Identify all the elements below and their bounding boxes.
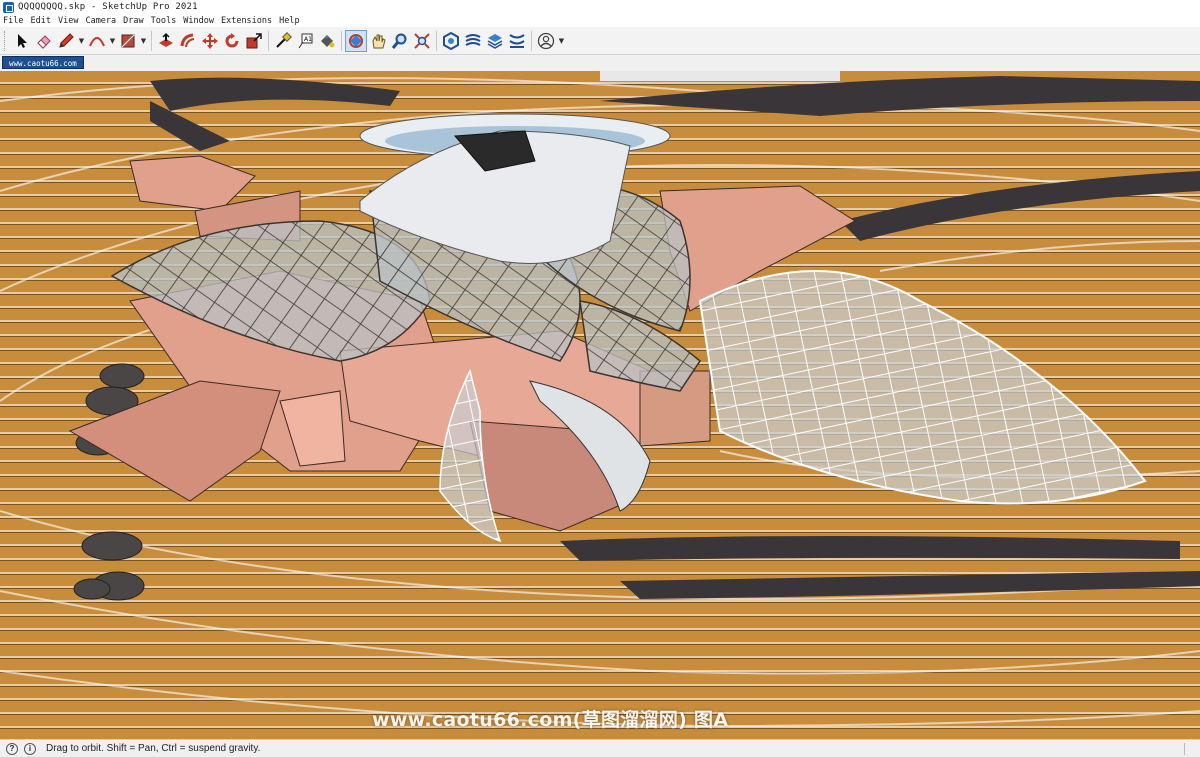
push-pull-tool-button[interactable]: [155, 30, 177, 52]
arc-icon: [89, 36, 105, 46]
arc-tool-button[interactable]: [86, 30, 108, 52]
tape-measure-tool-button[interactable]: [272, 30, 294, 52]
tape-measure-icon: [276, 31, 292, 48]
paint-bucket-icon: [321, 34, 335, 47]
menu-extensions[interactable]: Extensions: [221, 16, 272, 26]
push-pull-icon: [159, 32, 173, 47]
model-render: [0, 71, 1200, 739]
title-bar: QQQQQQQQ.skp - SketchUp Pro 2021: [0, 0, 1200, 14]
zoom-icon: [391, 33, 407, 49]
top-panel: [600, 71, 840, 81]
eraser-tool-button[interactable]: [33, 30, 55, 52]
eraser-icon: [37, 34, 51, 49]
zoom-extents-tool-button[interactable]: [411, 30, 433, 52]
offset-tool-button[interactable]: [177, 30, 199, 52]
menu-camera[interactable]: Camera: [85, 16, 116, 26]
model-viewport[interactable]: [0, 71, 1200, 739]
zoom-extents-icon: [414, 32, 430, 49]
menu-window[interactable]: Window: [183, 16, 214, 26]
svg-text:A1: A1: [304, 36, 312, 43]
zoom-tool-button[interactable]: [389, 30, 411, 52]
arc-dropdown-icon[interactable]: ▼: [108, 37, 117, 45]
pan-icon: [372, 34, 386, 48]
watermark-text: www.caotu66.com(草图溜溜网) 图A: [372, 709, 729, 731]
text-icon: A1: [298, 33, 313, 48]
sketchup-app-icon: [3, 1, 14, 13]
extension-manager-button[interactable]: [506, 30, 528, 52]
orbit-tool-button[interactable]: [345, 29, 367, 52]
menu-bar: File Edit View Camera Draw Tools Window …: [0, 14, 1200, 27]
scene-tab-strip: www.caotu66.com: [0, 55, 1200, 70]
rectangle-tool-button[interactable]: [117, 30, 139, 52]
extension-warehouse-icon: [465, 33, 481, 46]
toolbar-separator: [268, 30, 269, 51]
menu-draw[interactable]: Draw: [123, 16, 143, 26]
warehouse-icon: [443, 31, 459, 50]
move-icon: [202, 32, 218, 49]
status-bar: ? i Drag to orbit. Shift = Pan, Ctrl = s…: [0, 739, 1200, 757]
menu-edit[interactable]: Edit: [30, 16, 50, 26]
profile-button[interactable]: [535, 30, 557, 52]
layout-button[interactable]: [484, 30, 506, 52]
pencil-icon: [59, 32, 74, 48]
toolbar-separator: [341, 30, 342, 51]
select-tool-button[interactable]: [11, 30, 33, 52]
menu-help[interactable]: Help: [279, 16, 299, 26]
profile-dropdown-icon[interactable]: ▼: [557, 37, 566, 45]
rectangle-icon: [121, 34, 135, 47]
menu-view[interactable]: View: [58, 16, 78, 26]
orbit-icon: [349, 33, 363, 48]
offset-icon: [180, 33, 195, 47]
move-tool-button[interactable]: [199, 30, 221, 52]
extension-warehouse-button[interactable]: [462, 30, 484, 52]
paint-bucket-tool-button[interactable]: [316, 30, 338, 52]
pencil-tool-button[interactable]: [55, 30, 77, 52]
rotate-icon: [225, 32, 239, 47]
profile-icon: [537, 32, 555, 49]
extension-manager-icon: [509, 33, 525, 48]
menu-file[interactable]: File: [3, 16, 23, 26]
text-tool-button[interactable]: A1: [294, 30, 316, 52]
toolbar-grip[interactable]: [4, 30, 7, 51]
scene-tab[interactable]: www.caotu66.com: [2, 56, 84, 69]
rotate-tool-button[interactable]: [221, 30, 243, 52]
scale-icon: [246, 32, 262, 48]
menu-tools[interactable]: Tools: [151, 16, 177, 26]
pencil-dropdown-icon[interactable]: ▼: [77, 37, 86, 45]
pan-tool-button[interactable]: [367, 30, 389, 52]
select-icon: [18, 33, 27, 48]
layout-icon: [487, 33, 503, 49]
window-title: QQQQQQQQ.skp - SketchUp Pro 2021: [18, 2, 198, 12]
3d-warehouse-button[interactable]: [440, 30, 462, 52]
status-text: Drag to orbit. Shift = Pan, Ctrl = suspe…: [46, 743, 261, 754]
help-icon[interactable]: ?: [6, 742, 18, 755]
toolbar-separator: [436, 30, 437, 51]
info-icon[interactable]: i: [24, 742, 36, 755]
scale-tool-button[interactable]: [243, 30, 265, 52]
rectangle-dropdown-icon[interactable]: ▼: [139, 37, 148, 45]
toolbar-separator: [531, 30, 532, 51]
measurements-box[interactable]: [1184, 743, 1194, 755]
toolbar-separator: [151, 30, 152, 51]
main-toolbar: ▼ ▼ ▼ A1 ▼: [0, 27, 1200, 55]
